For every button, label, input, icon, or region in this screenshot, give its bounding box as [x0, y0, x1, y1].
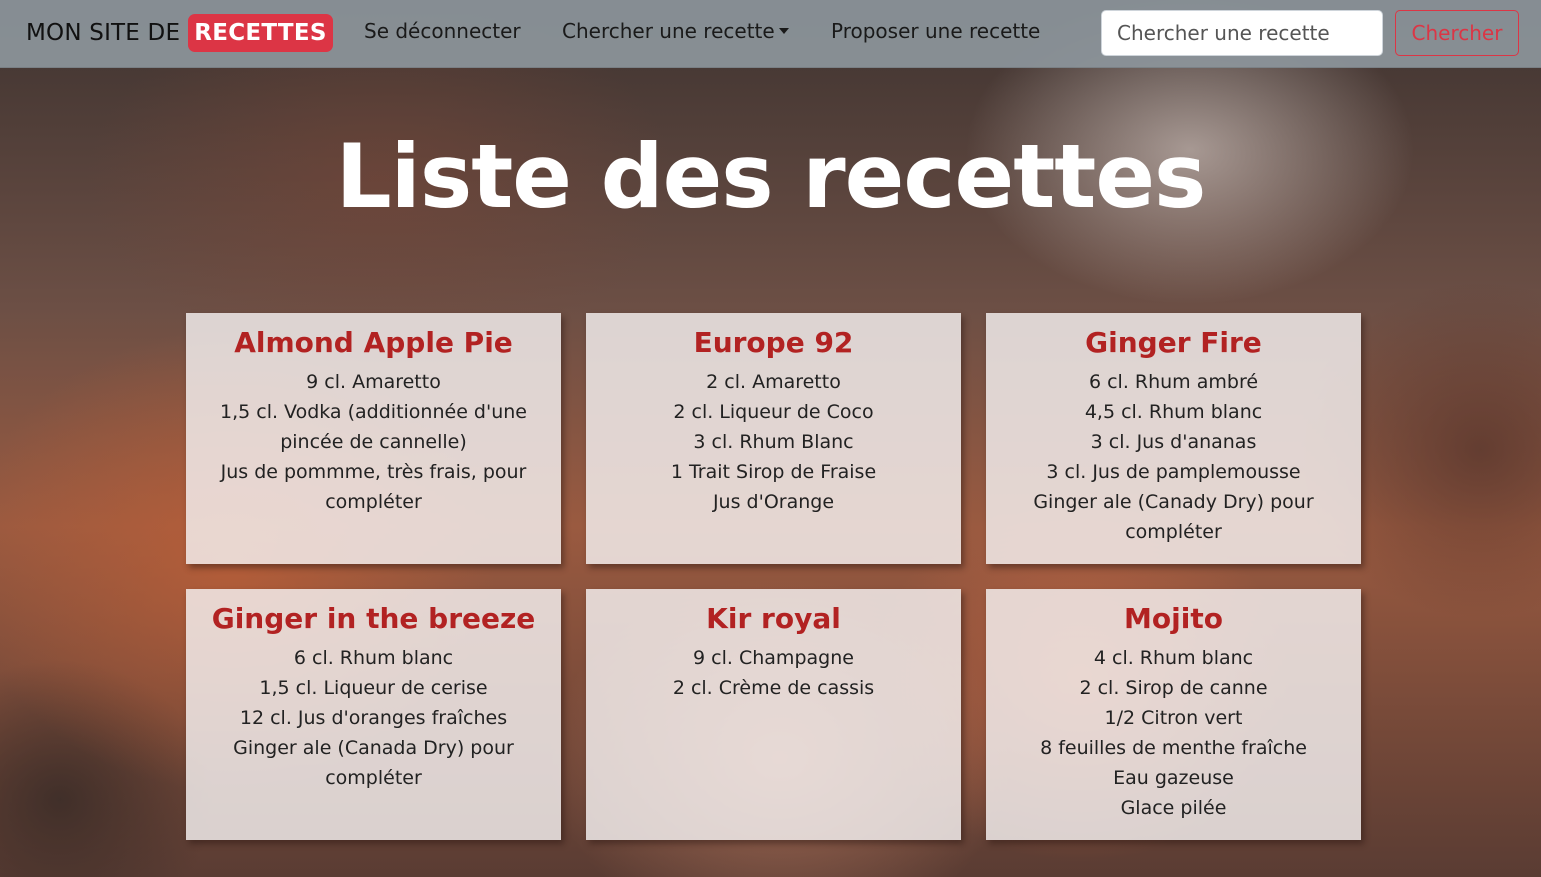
- ingredient-item: 2 cl. Liqueur de Coco: [673, 401, 874, 423]
- recipe-title[interactable]: Mojito: [986, 601, 1361, 637]
- ingredient-item: 1,5 cl. Liqueur de cerise: [259, 677, 488, 699]
- recipe-title[interactable]: Kir royal: [586, 601, 961, 637]
- recipe-title[interactable]: Ginger in the breeze: [186, 601, 561, 637]
- recipe-title[interactable]: Ginger Fire: [986, 325, 1361, 361]
- ingredient-item: 2 cl. Sirop de canne: [1079, 677, 1268, 699]
- ingredient-item: 2 cl. Crème de cassis: [672, 677, 875, 699]
- ingredient-item: Glace pilée: [1120, 797, 1227, 819]
- search-button[interactable]: Chercher: [1395, 10, 1519, 56]
- nav-logout-link[interactable]: Se déconnecter: [364, 19, 521, 43]
- brand-badge: RECETTES: [188, 13, 333, 52]
- ingredient-item: 8 feuilles de menthe fraîche: [1040, 737, 1307, 759]
- recipe-card[interactable]: Almond Apple Pie 9 cl. Amaretto 1,5 cl. …: [186, 313, 561, 564]
- search-input[interactable]: [1101, 10, 1383, 56]
- ingredient-item: 1,5 cl. Vodka (additionnée d'une pincée …: [220, 401, 527, 453]
- nav-search-dropdown-label: Chercher une recette: [562, 19, 775, 43]
- ingredient-item: 12 cl. Jus d'oranges fraîches: [239, 707, 508, 729]
- brand-prefix: MON SITE DE: [26, 19, 181, 46]
- ingredient-item: 2 cl. Amaretto: [706, 371, 841, 393]
- ingredient-item: 3 cl. Jus d'ananas: [1090, 431, 1257, 453]
- recipe-title[interactable]: Almond Apple Pie: [186, 325, 561, 361]
- recipe-card[interactable]: Kir royal 9 cl. Champagne 2 cl. Crème de…: [586, 589, 961, 840]
- recipe-title[interactable]: Europe 92: [586, 325, 961, 361]
- ingredient-item: Ginger ale (Canady Dry) pour compléter: [1033, 491, 1314, 543]
- ingredient-item: 3 cl. Jus de pamplemousse: [1046, 461, 1301, 483]
- ingredient-item: 9 cl. Champagne: [693, 647, 854, 669]
- ingredient-item: 4,5 cl. Rhum blanc: [1084, 401, 1263, 423]
- ingredient-list: 9 cl. Amaretto 1,5 cl. Vodka (additionné…: [186, 367, 561, 517]
- ingredient-list: 9 cl. Champagne 2 cl. Crème de cassis: [586, 643, 961, 703]
- navbar: MON SITE DE RECETTES Se déconnecter Cher…: [0, 0, 1541, 68]
- ingredient-item: Jus d'Orange: [712, 491, 835, 513]
- ingredient-item: 4 cl. Rhum blanc: [1093, 647, 1254, 669]
- ingredient-list: 6 cl. Rhum ambré 4,5 cl. Rhum blanc 3 cl…: [986, 367, 1361, 547]
- nav-search-dropdown[interactable]: Chercher une recette: [562, 19, 789, 43]
- ingredient-item: 1/2 Citron vert: [1104, 707, 1243, 729]
- ingredient-item: 6 cl. Rhum blanc: [293, 647, 454, 669]
- ingredient-list: 4 cl. Rhum blanc 2 cl. Sirop de canne 1/…: [986, 643, 1361, 823]
- ingredient-list: 6 cl. Rhum blanc 1,5 cl. Liqueur de ceri…: [186, 643, 561, 793]
- ingredient-item: Eau gazeuse: [1113, 767, 1234, 789]
- ingredient-list: 2 cl. Amaretto 2 cl. Liqueur de Coco 3 c…: [586, 367, 961, 517]
- ingredient-item: 6 cl. Rhum ambré: [1088, 371, 1259, 393]
- ingredient-item: Jus de pommme, très frais, pour compléte…: [220, 461, 527, 513]
- page: MON SITE DE RECETTES Se déconnecter Cher…: [0, 0, 1541, 877]
- nav-propose-link[interactable]: Proposer une recette: [831, 19, 1040, 43]
- ingredient-item: 1 Trait Sirop de Fraise: [670, 461, 877, 483]
- ingredient-item: Ginger ale (Canada Dry) pour compléter: [233, 737, 514, 789]
- recipe-card[interactable]: Ginger Fire 6 cl. Rhum ambré 4,5 cl. Rhu…: [986, 313, 1361, 564]
- recipe-card[interactable]: Ginger in the breeze 6 cl. Rhum blanc 1,…: [186, 589, 561, 840]
- caret-down-icon: [778, 28, 789, 34]
- recipe-card[interactable]: Europe 92 2 cl. Amaretto 2 cl. Liqueur d…: [586, 313, 961, 564]
- brand-logo[interactable]: MON SITE DE RECETTES: [26, 10, 333, 55]
- ingredient-item: 9 cl. Amaretto: [306, 371, 441, 393]
- page-title: Liste des recettes: [335, 125, 1207, 228]
- recipe-card[interactable]: Mojito 4 cl. Rhum blanc 2 cl. Sirop de c…: [986, 589, 1361, 840]
- recipe-grid: Almond Apple Pie 9 cl. Amaretto 1,5 cl. …: [186, 313, 1361, 840]
- ingredient-item: 3 cl. Rhum Blanc: [693, 431, 854, 453]
